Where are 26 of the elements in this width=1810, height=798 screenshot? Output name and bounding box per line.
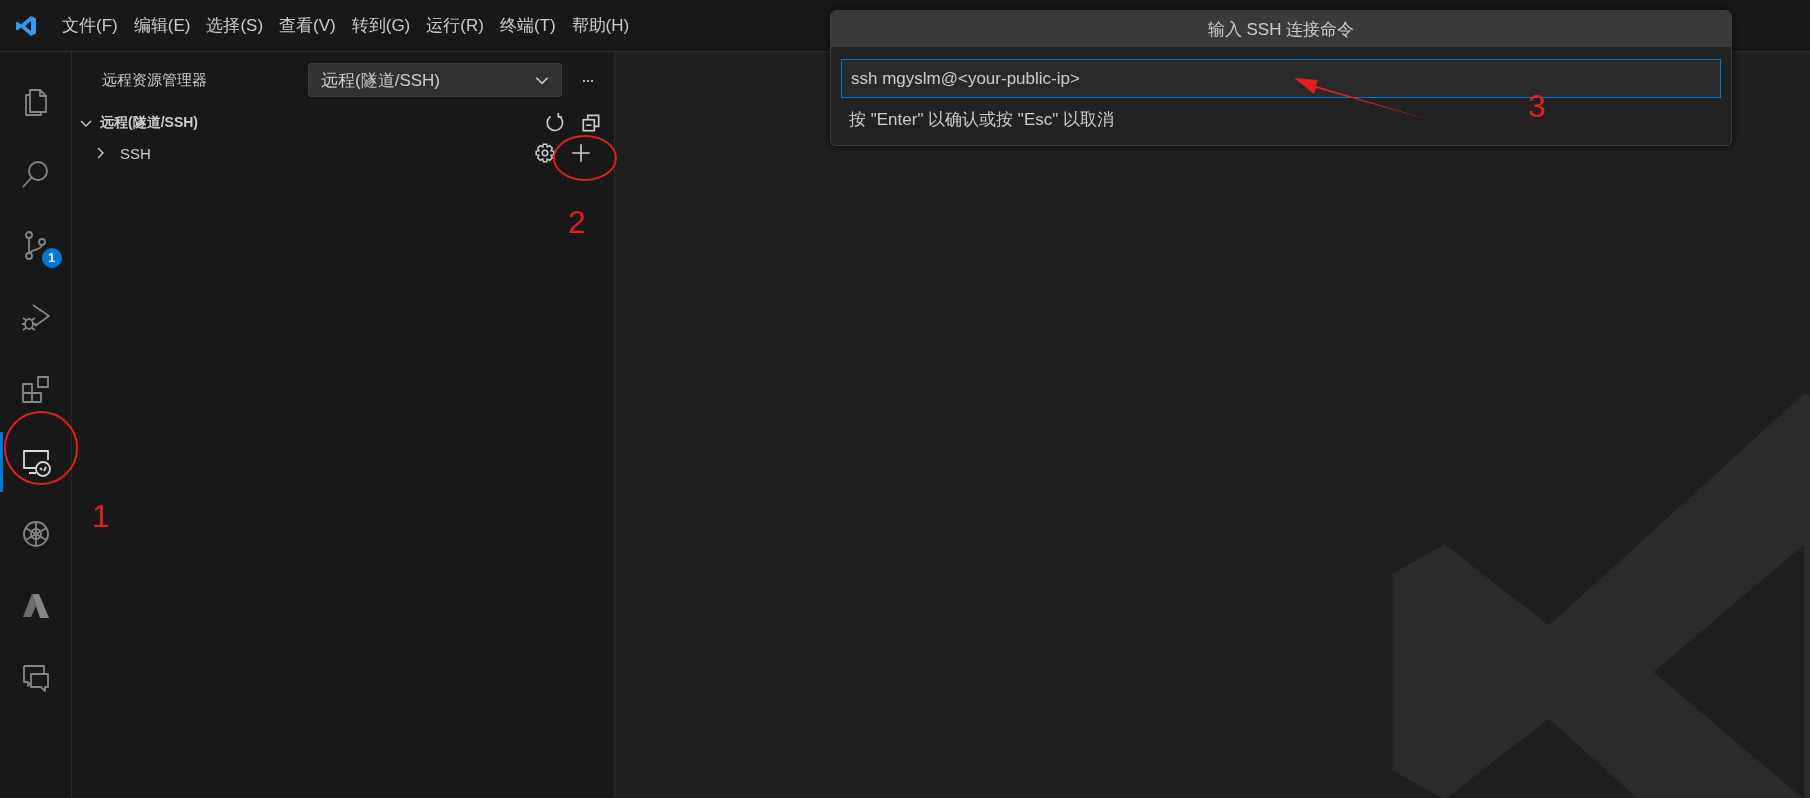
- panel-title: 远程资源管理器: [102, 70, 208, 90]
- annotation-circle: [552, 134, 618, 182]
- annotation-number: 2: [568, 206, 586, 238]
- menu-item[interactable]: 文件(F): [54, 14, 126, 37]
- section-title[interactable]: 远程(隧道/SSH): [100, 114, 530, 132]
- plus-icon[interactable]: [570, 142, 592, 164]
- menu-item[interactable]: 转到(G): [343, 14, 419, 37]
- quick-input-title: 输入 SSH 连接命令: [831, 11, 1731, 47]
- app-logo-icon: [14, 13, 38, 38]
- menu-item[interactable]: 运行(R): [418, 14, 492, 37]
- refresh-icon[interactable]: [544, 112, 566, 134]
- tree-item[interactable]: SSH: [120, 144, 520, 162]
- menu-item[interactable]: 编辑(E): [125, 14, 199, 37]
- menu-item[interactable]: 选择(S): [198, 14, 272, 37]
- menu-item[interactable]: 帮助(H): [563, 14, 638, 37]
- extensions-icon[interactable]: [19, 374, 52, 406]
- more-actions-button[interactable]: ···: [572, 69, 602, 91]
- view-dropdown[interactable]: 远程(隧道/SSH): [308, 63, 562, 97]
- settings-icon[interactable]: [534, 142, 556, 164]
- annotation-number: 1: [92, 500, 110, 532]
- menu-item[interactable]: 查看(V): [271, 14, 344, 37]
- badge: 1: [41, 248, 62, 268]
- hint-text: 按 "Enter" 以确认或按 "Esc" 以取消: [848, 109, 1115, 131]
- collapse-all-icon[interactable]: [580, 112, 602, 134]
- menu-item[interactable]: 终端(T): [491, 14, 564, 37]
- run-debug-icon[interactable]: [19, 302, 52, 334]
